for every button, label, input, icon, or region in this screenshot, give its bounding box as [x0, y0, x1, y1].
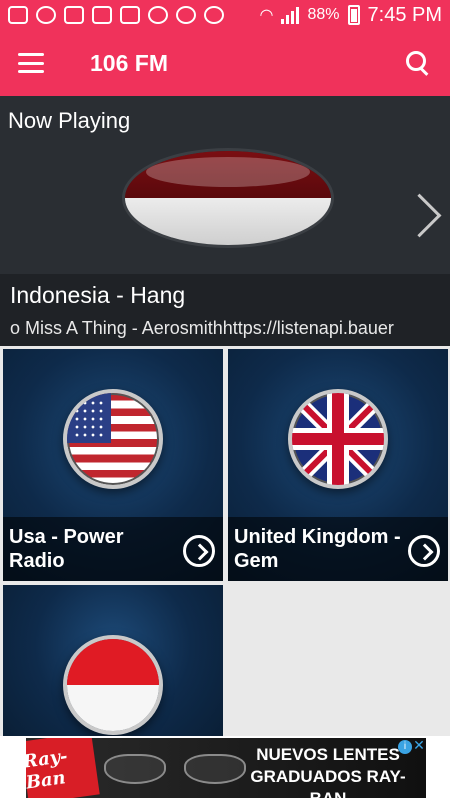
search-icon[interactable]: [406, 51, 430, 75]
now-playing-panel[interactable]: Now Playing Indonesia - Hang o Miss A Th…: [0, 96, 450, 346]
station-card-indonesia[interactable]: [3, 585, 223, 736]
ad-creative[interactable]: Ray-Ban NUEVOS LENTES GRADUADOS RAY-BAN …: [26, 738, 426, 798]
shield-icon: [148, 6, 168, 24]
messaging-icon: [8, 6, 28, 24]
menu-icon[interactable]: [18, 53, 44, 73]
now-playing-info: Indonesia - Hang o Miss A Thing - Aerosm…: [0, 274, 450, 346]
indonesia-flag-icon: [63, 635, 163, 735]
wifi-icon: ◠: [259, 7, 274, 24]
now-playing-label: Now Playing: [8, 108, 131, 133]
ad-text: NUEVOS LENTES GRADUADOS RAY-BAN: [238, 744, 418, 798]
usa-flag-icon: [63, 389, 163, 489]
chevron-right-icon[interactable]: [404, 192, 432, 238]
clock: 7:45 PM: [367, 3, 442, 26]
status-bar: ◠ 88% 7:45 PM: [0, 0, 450, 30]
ad-close-icon[interactable]: ✕: [412, 738, 426, 752]
notification-icons: [8, 6, 224, 24]
battery-icon: [347, 5, 360, 25]
ad-line2: GRADUADOS RAY-BAN: [250, 767, 406, 798]
shield-icon: [36, 6, 56, 24]
radio-icon: [92, 6, 112, 24]
chrome-icon: [176, 6, 196, 24]
rayban-logo: Ray-Ban: [26, 738, 100, 798]
indonesia-flag-icon: [122, 148, 334, 248]
ad-line1: NUEVOS LENTES: [256, 745, 400, 764]
now-playing-station: Indonesia - Hang: [10, 282, 186, 308]
battery-percent: 88%: [307, 6, 340, 23]
app-title: 106 FM: [90, 49, 168, 76]
ad-banner[interactable]: Ray-Ban NUEVOS LENTES GRADUADOS RAY-BAN …: [0, 736, 450, 800]
uk-flag-icon: [288, 389, 388, 489]
chevron-circle-icon[interactable]: [408, 535, 440, 567]
sunglasses-image: [104, 754, 254, 784]
image-icon: [120, 6, 140, 24]
ad-info-icon[interactable]: i: [398, 740, 412, 754]
tablet-icon: [64, 6, 84, 24]
signal-icon: [281, 6, 300, 24]
app-bar: 106 FM: [0, 30, 450, 96]
chevron-circle-icon[interactable]: [183, 535, 215, 567]
weather-icon: [204, 6, 224, 24]
station-card-usa[interactable]: Usa - Power Radio: [3, 349, 223, 581]
now-playing-track: o Miss A Thing - Aerosmithhttps://listen…: [10, 318, 394, 338]
station-card-uk[interactable]: United Kingdom - Gem: [228, 349, 448, 581]
